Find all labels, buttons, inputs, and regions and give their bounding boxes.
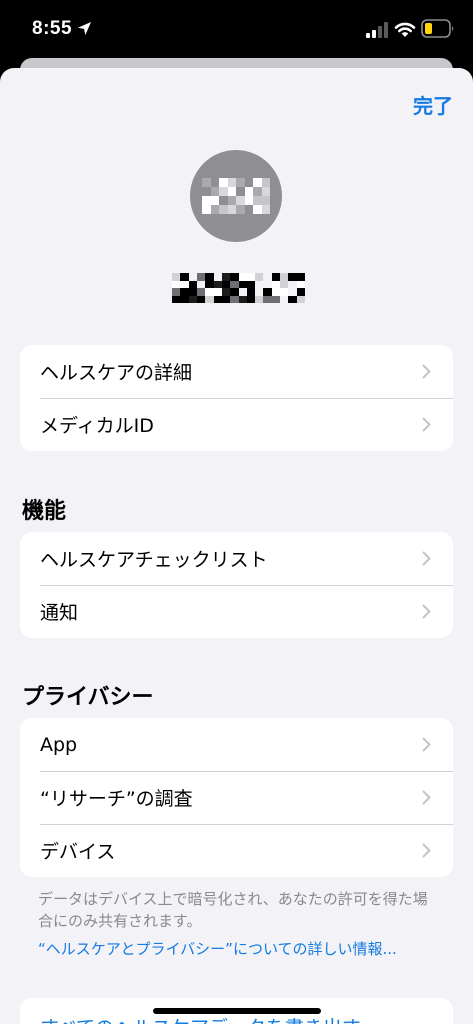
medical-id-label: メディカルID: [40, 415, 154, 437]
health-details-row[interactable]: ヘルスケアの詳細: [20, 345, 453, 398]
notifications-row[interactable]: 通知: [20, 585, 453, 638]
health-details-label: ヘルスケアの詳細: [40, 362, 193, 384]
features-group: ヘルスケアチェックリスト 通知: [20, 532, 453, 638]
wifi-icon: [394, 22, 416, 37]
profile-details-group: ヘルスケアの詳細 メディカルID: [20, 345, 453, 451]
devices-row[interactable]: デバイス: [20, 824, 453, 877]
health-checklist-label: ヘルスケアチェックリスト: [40, 549, 268, 571]
devices-label: デバイス: [40, 841, 116, 863]
chevron-right-icon: [422, 551, 431, 566]
health-privacy-link[interactable]: “ヘルスケアとプライバシー”についての詳しい情報...: [38, 938, 438, 960]
cellular-signal-icon: [366, 22, 388, 38]
location-arrow-icon: [77, 21, 92, 36]
export-all-health-data-button[interactable]: すべてのヘルスケアデータを書き出す: [40, 1013, 361, 1024]
chevron-right-icon: [422, 790, 431, 805]
done-button[interactable]: 完了: [413, 90, 453, 119]
avatar-initials-pixelated: [202, 178, 270, 214]
medical-id-row[interactable]: メディカルID: [20, 398, 453, 451]
profile-name-pixelated: [172, 273, 305, 303]
privacy-group: App “リサーチ”の調査 デバイス: [20, 718, 453, 877]
avatar[interactable]: [190, 150, 282, 242]
status-time: 8:55: [32, 18, 73, 39]
research-studies-row[interactable]: “リサーチ”の調査: [20, 771, 453, 824]
research-studies-label: “リサーチ”の調査: [40, 788, 193, 810]
chevron-right-icon: [422, 604, 431, 619]
health-profile-sheet: 完了 ヘルスケアの詳細 メディカルID 機能 ヘルスケアチェックリスト 通知 プ…: [0, 68, 473, 1024]
health-checklist-row[interactable]: ヘルスケアチェックリスト: [20, 532, 453, 585]
privacy-footer-note: データはデバイス上で暗号化され、あなたの許可を得た場合にのみ共有されます。: [38, 890, 428, 930]
chevron-right-icon: [422, 737, 431, 752]
privacy-section-title: プライバシー: [22, 685, 154, 710]
battery-low-icon: [421, 19, 454, 38]
features-section-title: 機能: [22, 499, 67, 524]
apps-label: App: [40, 733, 78, 756]
apps-row[interactable]: App: [20, 718, 453, 771]
chevron-right-icon: [422, 843, 431, 858]
chevron-right-icon: [422, 417, 431, 432]
status-bar: 8:55: [0, 0, 473, 62]
home-indicator: [153, 1008, 321, 1014]
notifications-label: 通知: [40, 602, 79, 624]
chevron-right-icon: [422, 364, 431, 379]
